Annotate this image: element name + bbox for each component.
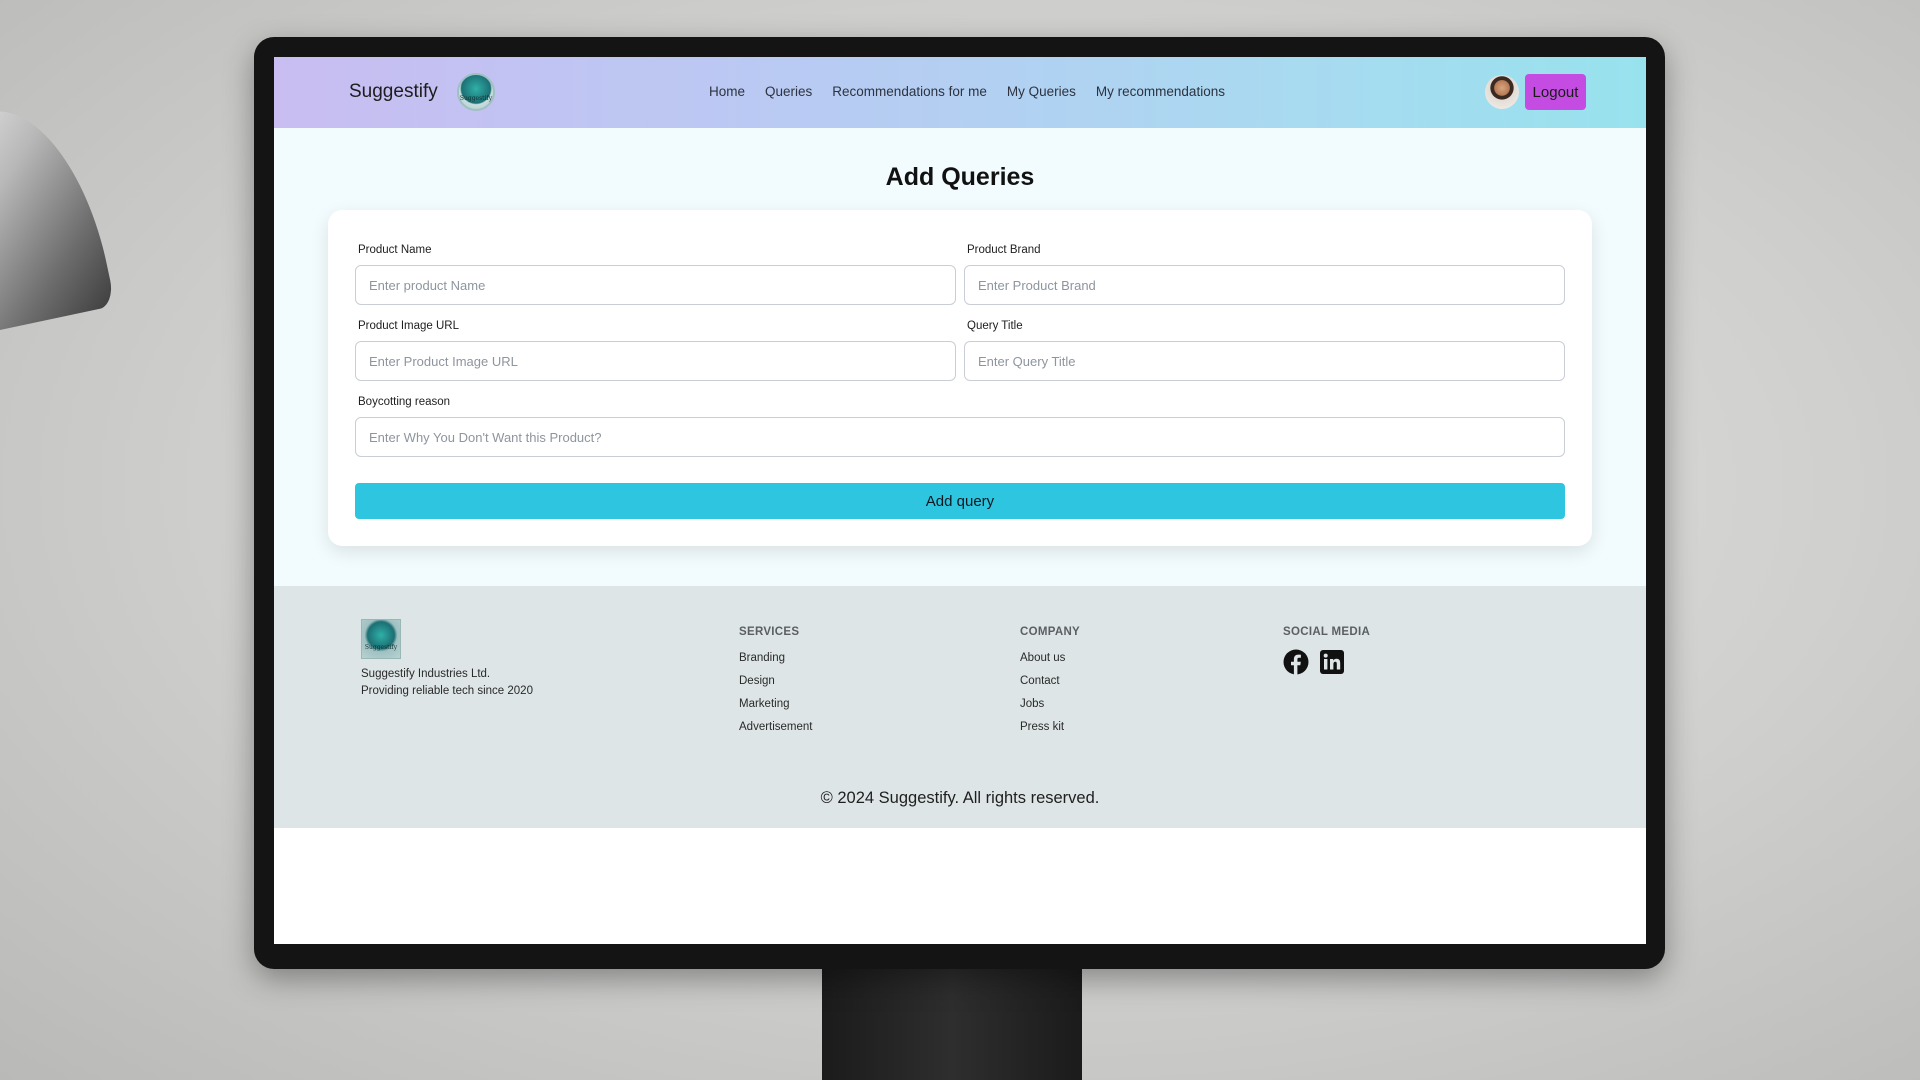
brand-logo-text: Suggestify bbox=[459, 95, 493, 102]
brand-name[interactable]: Suggestify bbox=[349, 81, 438, 103]
product-image-url-label: Product Image URL bbox=[358, 320, 459, 332]
footer-link-branding[interactable]: Branding bbox=[739, 652, 813, 675]
query-title-label: Query Title bbox=[967, 320, 1023, 332]
footer-social-heading: SOCIAL MEDIA bbox=[1283, 626, 1371, 638]
footer-company-name: Suggestify Industries Ltd. bbox=[361, 668, 491, 680]
footer-link-advertisement[interactable]: Advertisement bbox=[739, 721, 813, 744]
footer-company-info: Suggestify Industries Ltd. Providing rel… bbox=[361, 666, 533, 699]
copyright-text: © 2024 Suggestify. All rights reserved. bbox=[820, 789, 1100, 807]
logout-button[interactable]: Logout bbox=[1525, 74, 1586, 110]
nav-link-my-recommendations[interactable]: My recommendations bbox=[1096, 84, 1225, 99]
monitor-stand bbox=[822, 960, 1082, 1080]
user-avatar[interactable] bbox=[1485, 75, 1519, 109]
main-content: Add Queries Product Name Product Brand P… bbox=[274, 128, 1646, 586]
nav-link-recommendations-for-me[interactable]: Recommendations for me bbox=[832, 84, 987, 99]
footer: Suggestify Suggestify Industries Ltd. Pr… bbox=[274, 586, 1646, 828]
footer-link-press-kit[interactable]: Press kit bbox=[1020, 721, 1065, 744]
footer-services-heading: SERVICES bbox=[739, 626, 800, 638]
desk-lamp bbox=[0, 95, 116, 340]
query-title-input[interactable] bbox=[964, 341, 1565, 381]
product-brand-input[interactable] bbox=[964, 265, 1565, 305]
nav-link-my-queries[interactable]: My Queries bbox=[1007, 84, 1076, 99]
navbar: Suggestify Suggestify Home Queries Recom… bbox=[274, 57, 1646, 128]
footer-logo-icon: Suggestify bbox=[361, 619, 401, 659]
browser-viewport: Suggestify Suggestify Home Queries Recom… bbox=[274, 57, 1646, 944]
footer-link-design[interactable]: Design bbox=[739, 675, 813, 698]
page-title: Add Queries bbox=[885, 163, 1035, 191]
boycotting-reason-input[interactable] bbox=[355, 417, 1565, 457]
facebook-icon[interactable] bbox=[1283, 649, 1309, 675]
linkedin-icon[interactable] bbox=[1319, 649, 1345, 675]
footer-link-about-us[interactable]: About us bbox=[1020, 652, 1065, 675]
footer-logo-text: Suggestify bbox=[364, 644, 398, 651]
social-icons bbox=[1283, 649, 1345, 675]
footer-link-marketing[interactable]: Marketing bbox=[739, 698, 813, 721]
footer-services-list: Branding Design Marketing Advertisement bbox=[739, 652, 813, 744]
add-query-button[interactable]: Add query bbox=[355, 483, 1565, 519]
nav-link-home[interactable]: Home bbox=[709, 84, 745, 99]
footer-company-list: About us Contact Jobs Press kit bbox=[1020, 652, 1065, 744]
product-name-label: Product Name bbox=[358, 244, 432, 256]
footer-link-jobs[interactable]: Jobs bbox=[1020, 698, 1065, 721]
product-name-input[interactable] bbox=[355, 265, 956, 305]
footer-tagline: Providing reliable tech since 2020 bbox=[361, 684, 533, 697]
footer-company-heading: COMPANY bbox=[1020, 626, 1081, 638]
boycotting-reason-label: Boycotting reason bbox=[358, 396, 451, 408]
product-image-url-input[interactable] bbox=[355, 341, 956, 381]
nav-link-queries[interactable]: Queries bbox=[765, 84, 812, 99]
brand-logo-icon[interactable]: Suggestify bbox=[457, 73, 495, 111]
product-brand-label: Product Brand bbox=[967, 244, 1041, 256]
add-query-form: Product Name Product Brand Product Image… bbox=[328, 210, 1592, 546]
nav-links: Home Queries Recommendations for me My Q… bbox=[709, 84, 1225, 99]
footer-link-contact[interactable]: Contact bbox=[1020, 675, 1065, 698]
